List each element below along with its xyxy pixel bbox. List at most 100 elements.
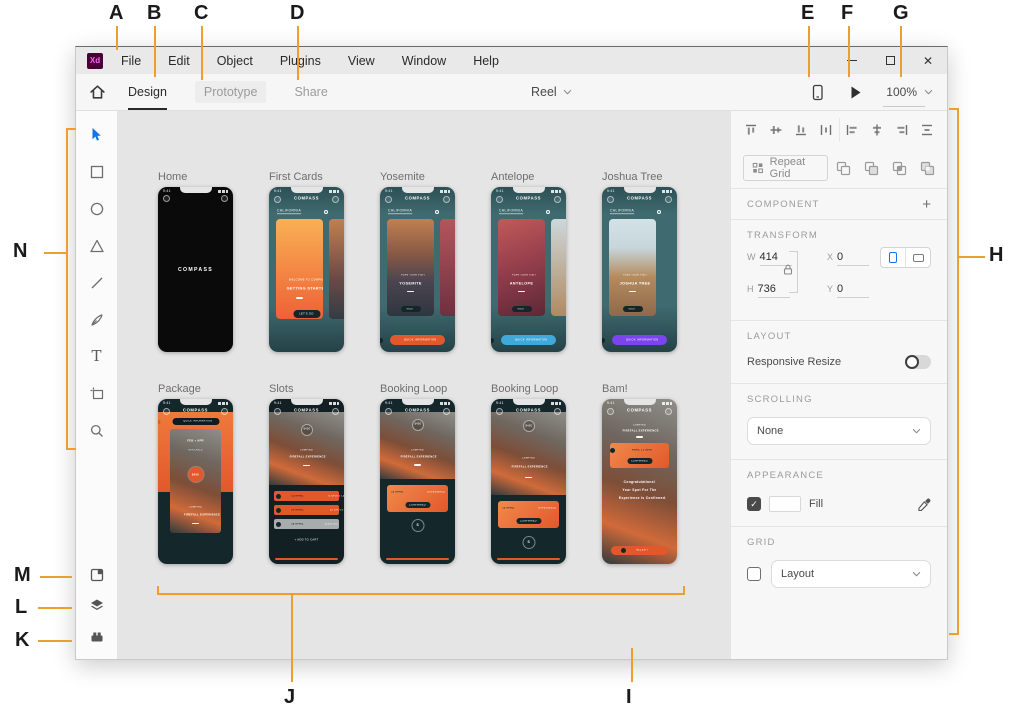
align-center-horizontal-button[interactable] [864, 118, 889, 142]
artboard-label[interactable]: Joshua Tree [602, 171, 678, 183]
fill-color-swatch[interactable] [769, 496, 801, 512]
park-card[interactable]: PLAN YOUR VISITJOSHUA TREEVISIT [609, 219, 656, 316]
visit-button[interactable]: VISIT [401, 306, 421, 312]
artboard-slots[interactable]: 9:41$450CAMPINGFIREFALL EXPERIENCECOMPAS… [269, 399, 344, 564]
menu-plugins[interactable]: Plugins [280, 54, 321, 68]
artboard-yosemite[interactable]: 9:41COMPASSCALIFORNIAPLAN YOUR VISITYOSE… [380, 187, 455, 352]
close-button[interactable]: ✕ [909, 47, 947, 74]
menu-object[interactable]: Object [217, 54, 253, 68]
lets-go-button[interactable]: LET'S GO [293, 310, 320, 318]
artboard-package[interactable]: 9:41COMPASSQUICK INFORMATIONFEB + APRAVA… [158, 399, 233, 564]
maximize-button[interactable] [871, 47, 909, 74]
boolean-add-button[interactable] [836, 161, 851, 176]
eyedropper-icon[interactable] [918, 498, 931, 511]
slot-row[interactable]: 28 APRILSOLD OUTBOOK NOW [274, 519, 339, 529]
park-card[interactable]: PLAN YOUR VISITANTELOPEVISIT [498, 219, 545, 316]
responsive-resize-toggle[interactable] [905, 355, 931, 369]
menu-edit[interactable]: Edit [168, 54, 190, 68]
receipt-bar[interactable]: RECEIPT [611, 546, 668, 555]
artboard-label[interactable]: Home [158, 171, 234, 183]
ellipse-tool[interactable] [88, 200, 105, 217]
park-card[interactable]: PLAN YOUR VISITYOSEMITEVISIT [387, 219, 434, 316]
artboard-label[interactable]: Package [158, 383, 234, 395]
portrait-orientation-button[interactable] [881, 248, 905, 267]
distribute-horizontally-button[interactable] [814, 118, 839, 142]
select-tool[interactable] [88, 126, 105, 143]
booking-card[interactable]: 13 APRILEXPERIENCECONFIRMED [387, 485, 448, 512]
repeat-grid-button[interactable]: Repeat Grid [743, 155, 828, 181]
canvas-pasteboard[interactable]: Home 9:41COMPASS First Cards 9:41COMPASSCAL… [118, 111, 730, 659]
confirmed-button[interactable]: CONFIRMED [627, 458, 652, 464]
zoom-level-control[interactable]: 100% [886, 85, 933, 99]
device-preview-icon[interactable] [810, 84, 825, 101]
text-tool[interactable]: T [88, 348, 105, 365]
menu-window[interactable]: Window [402, 54, 446, 68]
align-right-button[interactable] [889, 118, 914, 142]
x-value[interactable]: 0 [837, 251, 869, 266]
x-field[interactable]: X 0 [827, 251, 869, 266]
booking-card[interactable]: 13 APRILEXPERIENCECONFIRMED [498, 501, 559, 528]
artboard-home[interactable]: 9:41COMPASS [158, 187, 233, 352]
line-tool[interactable] [88, 274, 105, 291]
confirmed-button[interactable]: CONFIRMED [516, 518, 541, 524]
scrolling-dropdown[interactable]: None [747, 417, 931, 445]
visit-button[interactable]: VISIT [512, 306, 532, 312]
landscape-orientation-button[interactable] [905, 248, 930, 267]
fill-checkbox[interactable]: ✓ [747, 497, 761, 511]
libraries-panel-button[interactable] [88, 566, 105, 583]
quick-info-bar[interactable]: QUICK INFORMATION [501, 335, 556, 345]
artboard-antelope[interactable]: 9:41COMPASSCALIFORNIAPLAN YOUR VISITANTE… [491, 187, 566, 352]
boolean-intersect-button[interactable] [892, 161, 907, 176]
artboard-first-cards[interactable]: 9:41COMPASSCALIFORNIAWELCOME TO COMPASSG… [269, 187, 344, 352]
play-icon[interactable] [849, 85, 862, 100]
home-button[interactable] [89, 84, 106, 100]
artboard-label[interactable]: Bam! [602, 383, 678, 395]
lock-aspect-button[interactable] [783, 264, 793, 278]
artboard-label[interactable]: Booking Loop [380, 383, 456, 395]
menu-view[interactable]: View [348, 54, 375, 68]
align-bottom-button[interactable] [789, 118, 814, 142]
align-middle-vertical-button[interactable] [764, 118, 789, 142]
grid-type-dropdown[interactable]: Layout [771, 560, 931, 588]
quick-info-bar[interactable]: QUICK INFORMATION [612, 335, 667, 345]
align-left-button[interactable] [839, 118, 865, 142]
polygon-tool[interactable] [88, 237, 105, 254]
rectangle-tool[interactable] [88, 163, 105, 180]
confirmed-button[interactable]: CONFIRMED [405, 502, 430, 508]
slot-row[interactable]: 24 APRIL20 SPOTS LEFTBOOK NOW [274, 505, 339, 515]
artboard-label[interactable]: Yosemite [380, 171, 456, 183]
height-field[interactable]: H 736 [747, 283, 790, 298]
tab-prototype[interactable]: Prototype [195, 81, 267, 103]
artboard-booking-loop[interactable]: 9:41$450CAMPINGFIREFALL EXPERIENCECOMPAS… [491, 399, 566, 564]
slot-row[interactable]: 13 APRIL6 SPOTS LEFTBOOK NOW [274, 491, 339, 501]
height-value[interactable]: 736 [758, 283, 790, 298]
artboard-bam-[interactable]: 9:41COMPASSCAMPINGFIREFALL EXPERIENCEAPR… [602, 399, 677, 564]
plugins-panel-button[interactable] [88, 628, 105, 645]
artboard-label[interactable]: Booking Loop [491, 383, 567, 395]
package-card[interactable]: FEB + APRAVAILABLE$450CAMPINGFIREFALL EX… [170, 429, 221, 533]
artboard-tool[interactable] [88, 385, 105, 402]
visit-button[interactable]: VISIT [623, 306, 643, 312]
artboard-joshua-tree[interactable]: 9:41COMPASSCALIFORNIAPLAN YOUR VISITJOSH… [602, 187, 677, 352]
confirmation-card[interactable]: APRIL | 1 SPOTCONFIRMED [610, 443, 669, 468]
boolean-exclude-button[interactable] [920, 161, 935, 176]
tab-design[interactable]: Design [128, 81, 167, 103]
align-top-button[interactable] [739, 118, 764, 142]
artboard-booking-loop[interactable]: 9:41$450CAMPINGFIREFALL EXPERIENCECOMPAS… [380, 399, 455, 564]
distribute-vertically-button[interactable] [914, 118, 939, 142]
artboard-label[interactable]: Slots [269, 383, 345, 395]
featured-card[interactable]: WELCOME TO COMPASSGETTING STARTED [276, 219, 323, 319]
artboard-label[interactable]: Antelope [491, 171, 567, 183]
add-component-button[interactable]: + [922, 196, 931, 213]
y-field[interactable]: Y 0 [827, 283, 869, 298]
document-name-dropdown[interactable]: Reel [531, 74, 572, 110]
quick-info-bar[interactable]: QUICK INFORMATION [390, 335, 445, 345]
menu-file[interactable]: File [121, 54, 141, 68]
y-value[interactable]: 0 [837, 283, 869, 298]
grid-checkbox[interactable] [747, 567, 761, 581]
minimize-button[interactable] [833, 47, 871, 74]
layers-panel-button[interactable] [88, 597, 105, 614]
zoom-tool[interactable] [88, 422, 105, 439]
artboard-label[interactable]: First Cards [269, 171, 345, 183]
pen-tool[interactable] [88, 311, 105, 328]
